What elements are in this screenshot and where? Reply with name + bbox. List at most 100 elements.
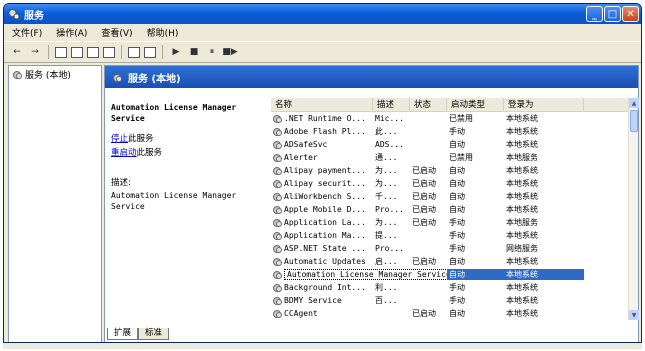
minimize-button[interactable]: _ xyxy=(586,6,603,22)
table-row[interactable]: Automatic Updates 启... 已启动 自动 本地系统 xyxy=(271,255,629,268)
service-name: Application Ma... xyxy=(284,231,366,240)
tab-extended[interactable]: 扩展 xyxy=(107,328,139,340)
service-name-cell: ASP.NET State ... xyxy=(271,244,373,253)
table-row[interactable]: Adobe Flash Pl... 此... 手动 本地系统 xyxy=(271,125,629,138)
restart-service-row: 重启动此服务 xyxy=(111,146,267,158)
table-row[interactable]: Application La... 为... 已启动 手动 本地服务 xyxy=(271,216,629,229)
pause-service-icon[interactable]: ⏸ xyxy=(205,45,219,59)
status-cell: 已启动 xyxy=(412,205,436,214)
description-cell: 启... xyxy=(375,257,398,266)
service-icon xyxy=(273,153,282,162)
title-bar[interactable]: 服务 _ □ ✕ xyxy=(4,4,641,24)
close-button[interactable]: ✕ xyxy=(622,6,639,22)
status-cell: 已启动 xyxy=(412,218,436,227)
column-log-on-as[interactable]: 登录为 xyxy=(504,98,584,111)
menu-bar: 文件(F) 操作(A) 查看(V) 帮助(H) xyxy=(4,24,641,41)
console-tree: 服务 (本地) xyxy=(8,65,102,342)
export-list-icon[interactable] xyxy=(103,46,115,58)
log-on-as-cell: 本地系统 xyxy=(506,296,538,305)
properties-icon[interactable] xyxy=(71,46,83,58)
table-row[interactable]: Alipay payment... 为... 已启动 自动 本地系统 xyxy=(271,164,629,177)
toolbar-separator xyxy=(121,45,122,59)
services-icon xyxy=(113,73,122,82)
column-name[interactable]: 名称 xyxy=(271,98,373,111)
column-description[interactable]: 描述 xyxy=(373,98,410,111)
tab-standard[interactable]: 标准 xyxy=(138,328,170,340)
table-row[interactable]: .NET Runtime O... Mic... 已禁用 本地系统 xyxy=(271,112,629,125)
restart-service-icon[interactable]: ■▶ xyxy=(222,45,237,59)
table-row[interactable]: ASP.NET State ... Pro... 手动 网络服务 xyxy=(271,242,629,255)
service-name: Background Int... xyxy=(284,283,366,292)
description-cell: Mic... xyxy=(375,114,404,123)
refresh-icon[interactable] xyxy=(87,46,99,58)
table-row[interactable]: Application Ma... 提... 手动 本地系统 xyxy=(271,229,629,242)
scroll-up-icon[interactable]: ▲ xyxy=(629,98,639,108)
service-name-cell: BDMY Service xyxy=(271,296,373,305)
table-row[interactable]: ADSafeSvc ADS... 自动 本地系统 xyxy=(271,138,629,151)
forward-icon[interactable]: → xyxy=(28,45,42,59)
log-on-as-cell: 本地系统 xyxy=(506,309,538,318)
toolbar-separator xyxy=(162,45,163,59)
stop-service-icon[interactable]: ■ xyxy=(187,45,201,59)
log-on-as-cell: 本地系统 xyxy=(506,114,538,123)
description-cell: 为... xyxy=(375,218,398,227)
startup-type-cell: 手动 xyxy=(449,296,465,305)
column-startup-type[interactable]: 启动类型 xyxy=(447,98,504,111)
log-on-as-cell: 本地服务 xyxy=(506,218,538,227)
service-icon xyxy=(273,205,282,214)
service-name-cell: Apple Mobile D... xyxy=(271,205,373,214)
vertical-scrollbar[interactable]: ▲ ▼ xyxy=(628,98,639,320)
tree-item-services-local[interactable]: 服务 (本地) xyxy=(13,68,97,81)
table-row[interactable]: Alerter 通... 已禁用 本地服务 xyxy=(271,151,629,164)
menu-action[interactable]: 操作(A) xyxy=(56,26,87,39)
description-text: Automation License Manager Service xyxy=(111,191,237,211)
description-cell: Pro... xyxy=(375,205,404,214)
table-row[interactable]: Automation License Manager Service 自动 本地系统 xyxy=(271,268,629,281)
startup-type-cell: 自动 xyxy=(449,179,465,188)
status-cell: 已启动 xyxy=(412,166,436,175)
menu-help[interactable]: 帮助(H) xyxy=(147,26,179,39)
table-row[interactable]: Apple Mobile D... Pro... 已启动 自动 本地系统 xyxy=(271,203,629,216)
startup-type-cell: 手动 xyxy=(449,231,465,240)
startup-type-cell: 手动 xyxy=(449,283,465,292)
service-icon xyxy=(273,244,282,253)
startup-type-cell: 已禁用 xyxy=(449,153,473,162)
description-cell: 利... xyxy=(375,283,398,292)
log-on-as-cell: 本地系统 xyxy=(506,283,538,292)
startup-type-cell: 自动 xyxy=(449,205,465,214)
scroll-down-icon[interactable]: ▼ xyxy=(629,310,639,320)
table-row[interactable]: CCAgent 已启动 自动 本地系统 xyxy=(271,307,629,320)
log-on-as-cell: 本地系统 xyxy=(506,179,538,188)
scroll-thumb[interactable] xyxy=(630,110,638,132)
table-row[interactable]: BDMY Service 百... 手动 本地系统 xyxy=(271,294,629,307)
show-hide-icon[interactable] xyxy=(144,46,156,58)
table-row[interactable]: Alipay securit... 为... 已启动 自动 本地系统 xyxy=(271,177,629,190)
service-name-cell: .NET Runtime O... xyxy=(271,114,373,123)
maximize-button[interactable]: □ xyxy=(604,6,621,22)
help-icon[interactable] xyxy=(128,46,140,58)
column-status[interactable]: 状态 xyxy=(410,98,447,111)
startup-type-cell: 自动 xyxy=(449,166,465,175)
status-cell: 已启动 xyxy=(412,179,436,188)
service-icon xyxy=(273,166,282,175)
service-icon xyxy=(273,192,282,201)
table-row[interactable]: Background Int... 利... 手动 本地系统 xyxy=(271,281,629,294)
menu-file[interactable]: 文件(F) xyxy=(12,26,42,39)
log-on-as-cell: 本地系统 xyxy=(506,127,538,136)
stop-service-link[interactable]: 停止 xyxy=(111,134,128,144)
back-icon[interactable]: ← xyxy=(10,45,24,59)
start-service-icon[interactable]: ▶ xyxy=(169,45,183,59)
log-on-as-cell: 本地系统 xyxy=(506,192,538,201)
restart-service-link[interactable]: 重启动 xyxy=(111,148,137,158)
description-cell: 千... xyxy=(375,192,398,201)
restart-service-text: 此服务 xyxy=(136,148,163,158)
service-icon xyxy=(273,283,282,292)
menu-view[interactable]: 查看(V) xyxy=(101,26,132,39)
startup-type-cell: 自动 xyxy=(447,269,504,280)
services-app-icon xyxy=(8,8,20,20)
console-tree-icon[interactable] xyxy=(55,46,67,58)
table-row[interactable]: AliWorkbench S... 千... 已启动 自动 本地系统 xyxy=(271,190,629,203)
description-cell: 为... xyxy=(375,179,398,188)
services-list: 名称 描述 状态 启动类型 登录为 .NET Runtime O... Mic..… xyxy=(271,98,629,320)
service-icon xyxy=(273,114,282,123)
